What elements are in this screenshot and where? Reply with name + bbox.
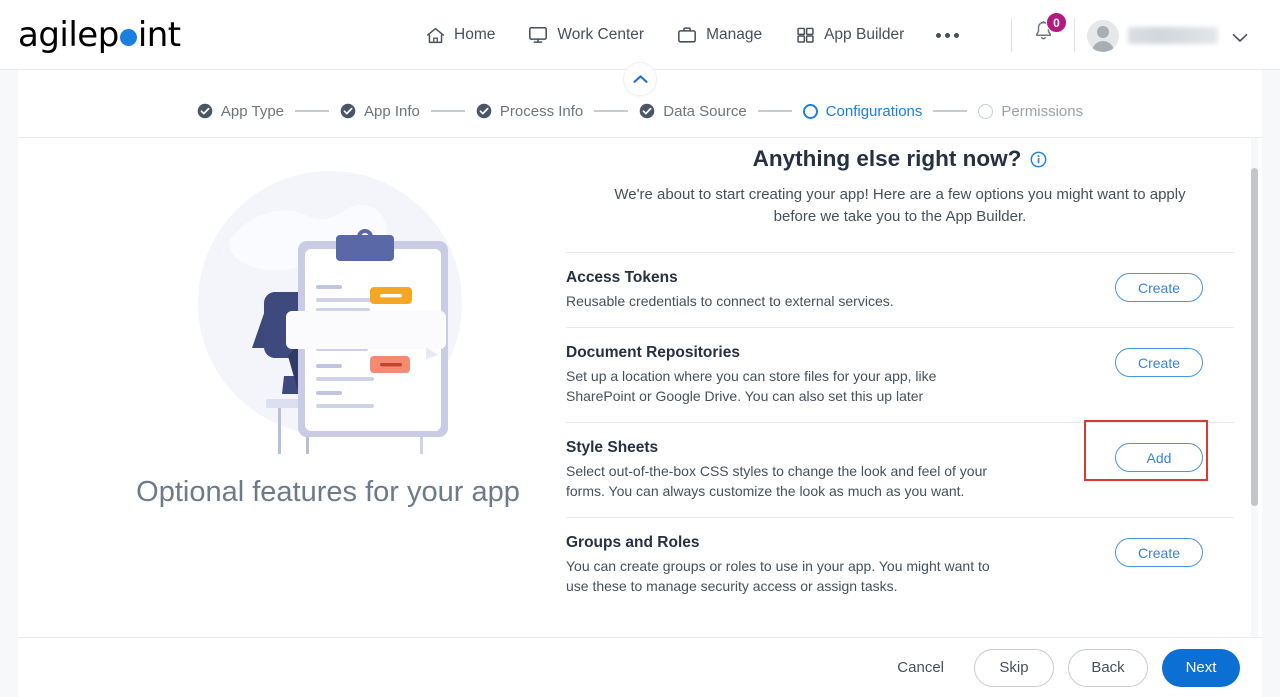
nav-item-home[interactable]: Home bbox=[424, 0, 511, 70]
step-label-permissions: Permissions bbox=[1001, 102, 1084, 120]
check-circle-icon bbox=[639, 103, 655, 119]
active-circle-icon bbox=[802, 103, 818, 119]
scrollbar-thumb[interactable] bbox=[1251, 168, 1258, 506]
page-subtitle: We're about to start creating your app! … bbox=[614, 186, 1186, 225]
check-circle-icon bbox=[340, 103, 356, 119]
option-title: Style Sheets bbox=[566, 439, 659, 456]
wizard-footer: Cancel Skip Back Next bbox=[18, 637, 1262, 697]
option-row-access-tokens: Access Tokens Reusable credentials to co… bbox=[566, 252, 1234, 327]
grid-icon bbox=[794, 24, 816, 46]
illustration-column: Optional features for your app bbox=[18, 138, 618, 637]
logo-dot-icon bbox=[119, 28, 137, 46]
option-action: Create bbox=[1084, 344, 1234, 377]
step-connector-5 bbox=[933, 110, 968, 112]
cancel-button[interactable]: Cancel bbox=[881, 651, 960, 684]
notification-count-badge: 0 bbox=[1046, 12, 1067, 33]
step-label-app-info: App Info bbox=[364, 102, 420, 120]
step-connector-2 bbox=[430, 110, 465, 112]
option-description: Reusable credentials to connect to exter… bbox=[566, 293, 894, 309]
avatar[interactable] bbox=[1087, 20, 1119, 52]
next-button[interactable]: Next bbox=[1162, 648, 1240, 687]
right-rail bbox=[1262, 70, 1280, 697]
option-row-groups-and-roles: Groups and Roles You can create groups o… bbox=[566, 517, 1234, 612]
avatar-body bbox=[1092, 41, 1114, 52]
top-header: agilep int Home Work Center Manage App B… bbox=[0, 0, 1280, 70]
step-label-data-source: Data Source bbox=[663, 102, 747, 120]
configurations-panel: Optional features for your app Anything … bbox=[18, 137, 1262, 637]
left-rail bbox=[0, 70, 18, 697]
step-label-process-info: Process Info bbox=[499, 102, 584, 120]
option-text: Style Sheets Select out-of-the-box CSS s… bbox=[566, 439, 996, 501]
briefcase-icon bbox=[676, 24, 698, 46]
add-style-sheets-button[interactable]: Add bbox=[1115, 443, 1203, 472]
avatar-head bbox=[1097, 26, 1109, 38]
header-divider-left bbox=[1011, 18, 1012, 52]
nav-item-work-center[interactable]: Work Center bbox=[511, 0, 660, 70]
option-title: Access Tokens bbox=[566, 269, 678, 286]
main-nav: Home Work Center Manage App Builder bbox=[424, 0, 975, 70]
logo-text-left: agilep bbox=[18, 15, 119, 55]
step-permissions[interactable]: Permissions bbox=[978, 103, 1083, 120]
pending-circle-icon bbox=[978, 103, 994, 119]
nav-label-manage: Manage bbox=[706, 26, 763, 43]
step-connector-4 bbox=[757, 110, 792, 112]
step-app-info[interactable]: App Info bbox=[340, 103, 420, 120]
user-menu-chevron-down-icon[interactable] bbox=[1232, 30, 1248, 48]
dot-2 bbox=[945, 32, 951, 38]
option-row-document-repositories: Document Repositories Set up a location … bbox=[566, 327, 1234, 422]
check-circle-icon bbox=[476, 103, 492, 119]
back-button[interactable]: Back bbox=[1068, 648, 1148, 687]
options-list: Access Tokens Reusable credentials to co… bbox=[538, 252, 1262, 612]
chevron-up-icon bbox=[632, 75, 648, 83]
nav-item-app-builder[interactable]: App Builder bbox=[778, 0, 920, 70]
option-action: Create bbox=[1084, 269, 1234, 302]
nav-label-app-builder: App Builder bbox=[824, 26, 905, 43]
create-access-tokens-button[interactable]: Create bbox=[1115, 273, 1203, 302]
option-title: Groups and Roles bbox=[566, 534, 700, 551]
option-row-style-sheets: Style Sheets Select out-of-the-box CSS s… bbox=[566, 420, 1234, 517]
dot-1 bbox=[936, 32, 942, 38]
check-circle-icon bbox=[197, 103, 213, 119]
step-data-source[interactable]: Data Source bbox=[639, 102, 747, 120]
option-description: You can create groups or roles to use in… bbox=[566, 558, 990, 594]
notifications-button[interactable]: 0 bbox=[1030, 12, 1067, 53]
step-app-type[interactable]: App Type bbox=[197, 103, 284, 120]
agilepoint-logo[interactable]: agilep int bbox=[18, 16, 181, 54]
more-menu-icon[interactable] bbox=[920, 0, 975, 70]
nav-item-manage[interactable]: Manage bbox=[660, 0, 778, 70]
option-text: Groups and Roles You can create groups o… bbox=[566, 534, 996, 596]
page-title: Anything else right now? bbox=[752, 146, 1022, 171]
user-name-masked bbox=[1128, 27, 1218, 44]
option-text: Document Repositories Set up a location … bbox=[566, 344, 996, 406]
dot-3 bbox=[954, 32, 960, 38]
nav-label-home: Home bbox=[454, 26, 496, 43]
info-icon[interactable] bbox=[1030, 151, 1047, 168]
nav-label-work-center: Work Center bbox=[557, 26, 645, 43]
logo-text-right: int bbox=[137, 15, 181, 55]
header-divider-right bbox=[1074, 18, 1075, 52]
option-description: Set up a location where you can store fi… bbox=[566, 368, 937, 404]
page-title-row: Anything else right now? bbox=[538, 146, 1262, 172]
option-action: Create bbox=[1084, 534, 1234, 567]
skip-button[interactable]: Skip bbox=[974, 648, 1054, 687]
step-connector-1 bbox=[295, 110, 330, 112]
option-text: Access Tokens Reusable credentials to co… bbox=[566, 269, 996, 311]
step-label-configurations: Configurations bbox=[825, 102, 923, 120]
optional-features-illustration bbox=[158, 151, 498, 461]
create-groups-and-roles-button[interactable]: Create bbox=[1115, 538, 1203, 567]
option-description: Select out-of-the-box CSS styles to chan… bbox=[566, 463, 988, 499]
option-title: Document Repositories bbox=[566, 344, 740, 361]
home-icon bbox=[424, 24, 446, 46]
step-configurations[interactable]: Configurations bbox=[802, 102, 923, 120]
monitor-icon bbox=[527, 24, 549, 46]
options-column: Anything else right now? We're about to … bbox=[538, 138, 1262, 637]
illustration-caption: Optional features for your app bbox=[136, 476, 520, 508]
collapse-header-button[interactable] bbox=[623, 62, 657, 96]
step-connector-3 bbox=[594, 110, 629, 112]
create-document-repositories-button[interactable]: Create bbox=[1115, 348, 1203, 377]
option-action: Add bbox=[1084, 420, 1234, 481]
step-label-app-type: App Type bbox=[220, 102, 285, 120]
app-root: agilep int Home Work Center Manage App B… bbox=[0, 0, 1280, 697]
step-process-info[interactable]: Process Info bbox=[476, 103, 583, 120]
